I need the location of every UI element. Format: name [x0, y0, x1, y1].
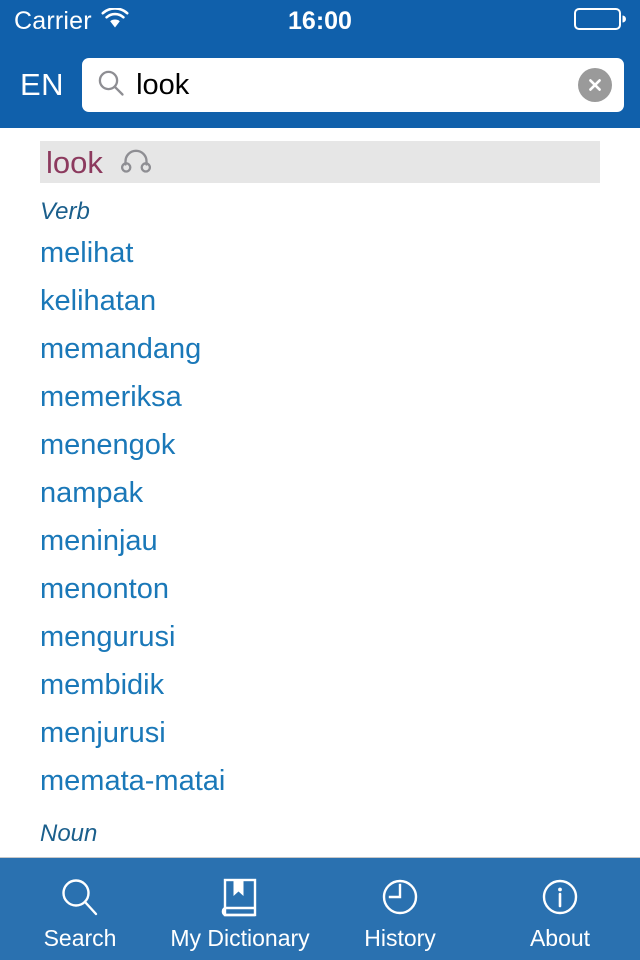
info-circle-icon [536, 873, 584, 923]
language-badge[interactable]: EN [16, 67, 68, 103]
wifi-icon [101, 7, 129, 34]
list-item[interactable]: menengok [0, 421, 640, 469]
list-item[interactable]: memandang [0, 325, 640, 373]
magnifier-icon [56, 873, 104, 923]
part-of-speech-verb: Verb [40, 198, 90, 225]
tab-bar: Search My Dictionary History About [0, 857, 640, 960]
book-bookmark-icon [216, 873, 264, 923]
list-item[interactable]: nampak [0, 469, 640, 517]
app-root: Carrier 16:00 EN look look Verb melihat … [0, 0, 640, 960]
tab-history[interactable]: History [320, 858, 480, 960]
battery-empty-icon [574, 7, 626, 36]
carrier-label: Carrier [14, 6, 92, 35]
tab-label: About [529, 924, 591, 951]
list-item[interactable]: memata-matai [0, 757, 640, 805]
list-item[interactable]: membidik [0, 661, 640, 709]
list-item[interactable]: mengurusi [0, 613, 640, 661]
list-item[interactable]: menonton [0, 565, 640, 613]
clock-icon [376, 873, 424, 923]
tab-label: History [364, 924, 436, 951]
list-item[interactable]: kelihatan [0, 277, 640, 325]
search-input[interactable] [136, 58, 568, 112]
tab-label: My Dictionary [170, 924, 310, 951]
part-of-speech-noun: Noun [40, 820, 98, 848]
headword: look [46, 144, 103, 180]
list-item[interactable]: melihat [0, 229, 640, 277]
entry-content: look Verb melihat kelihatan memandang me… [0, 128, 640, 857]
status-bar: Carrier 16:00 [0, 0, 640, 42]
list-item[interactable]: memeriksa [0, 373, 640, 421]
translation-list-verb: melihat kelihatan memandang memeriksa me… [0, 229, 640, 805]
search-icon [96, 68, 126, 103]
clear-search-button[interactable] [578, 68, 612, 102]
headword-bar: look [40, 141, 600, 183]
status-bar-right [574, 7, 626, 36]
navigation-bar: EN [0, 42, 640, 128]
tab-search[interactable]: Search [0, 858, 160, 960]
tab-about[interactable]: About [480, 858, 640, 960]
list-item[interactable]: menjurusi [0, 709, 640, 757]
search-field[interactable] [82, 58, 624, 112]
headphones-icon[interactable] [120, 147, 151, 178]
status-bar-left: Carrier [14, 7, 129, 36]
list-item[interactable]: meninjau [0, 517, 640, 565]
tab-my-dictionary[interactable]: My Dictionary [160, 858, 320, 960]
close-icon [589, 79, 601, 91]
tab-label: Search [43, 924, 117, 951]
